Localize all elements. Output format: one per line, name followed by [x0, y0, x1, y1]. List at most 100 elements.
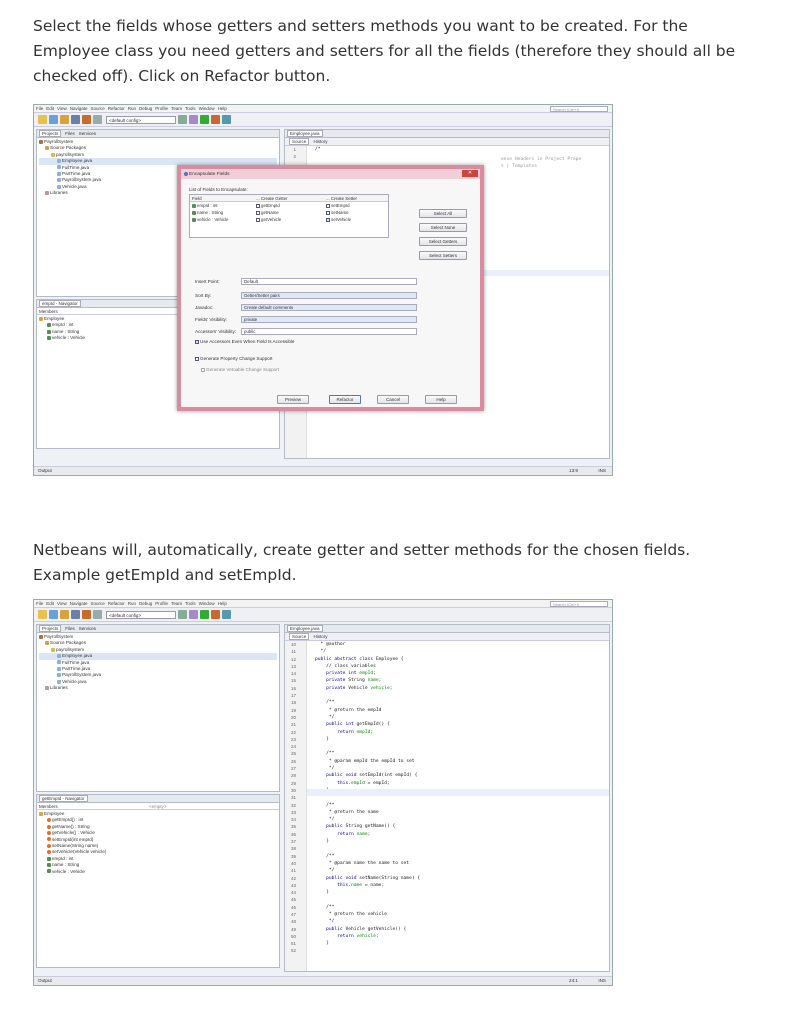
- navigator-title[interactable]: getEmpId - Navigator: [39, 795, 88, 802]
- accessors-visibility-select[interactable]: public: [241, 328, 417, 335]
- javadoc-select[interactable]: Create default comments: [241, 304, 417, 311]
- menu-view[interactable]: View: [57, 106, 67, 111]
- menu-window[interactable]: Window: [199, 106, 215, 111]
- clean-build-icon[interactable]: [189, 115, 198, 124]
- menu-team[interactable]: Team: [171, 601, 182, 606]
- tab-files[interactable]: Files: [65, 131, 75, 136]
- menu-refactor[interactable]: Refactor: [108, 106, 125, 111]
- open-project-icon[interactable]: [60, 115, 69, 124]
- run-icon[interactable]: [200, 610, 209, 619]
- close-icon[interactable]: ✕: [462, 170, 478, 177]
- menu-run[interactable]: Run: [128, 106, 136, 111]
- history-tab[interactable]: History: [314, 634, 328, 639]
- tab-projects[interactable]: Projects: [39, 625, 62, 632]
- preview-button[interactable]: Preview: [277, 395, 309, 404]
- setter-checkbox[interactable]: [326, 210, 330, 215]
- config-select[interactable]: <default config>: [106, 115, 176, 124]
- tab-projects[interactable]: Projects: [39, 130, 62, 137]
- config-select[interactable]: <default config>: [106, 610, 176, 619]
- tab-services[interactable]: Services: [79, 626, 96, 631]
- new-file-icon[interactable]: [49, 115, 58, 124]
- menu-source[interactable]: Source: [90, 601, 104, 606]
- history-tab[interactable]: History: [314, 139, 328, 144]
- menu-tools[interactable]: Tools: [185, 601, 196, 606]
- setter-checkbox[interactable]: [326, 217, 330, 222]
- build-icon[interactable]: [178, 115, 187, 124]
- members-select[interactable]: Members: [39, 804, 58, 809]
- search-input[interactable]: Search (Ctrl+I): [550, 601, 608, 607]
- setter-checkbox[interactable]: [326, 203, 330, 208]
- undo-icon[interactable]: [82, 115, 91, 124]
- new-file-icon[interactable]: [49, 610, 58, 619]
- insert-point-select[interactable]: Default: [241, 278, 417, 285]
- table-row[interactable]: empId : int getEmpId setEmpId: [190, 202, 388, 209]
- tab-services[interactable]: Services: [79, 131, 96, 136]
- table-row[interactable]: vehicle : Vehicle getVehicle setVehicle: [190, 216, 388, 223]
- clean-build-icon[interactable]: [189, 610, 198, 619]
- select-all-button[interactable]: Select All: [419, 209, 467, 218]
- menu-window[interactable]: Window: [199, 601, 215, 606]
- new-project-icon[interactable]: [38, 610, 47, 619]
- getter-checkbox[interactable]: [256, 217, 260, 222]
- code-area[interactable]: * @author */ public abstract class Emplo…: [315, 641, 609, 971]
- menu-navigate[interactable]: Navigate: [70, 601, 88, 606]
- select-none-button[interactable]: Select None: [419, 223, 467, 232]
- project-tree: PayrollSystem Source Packages payrollsys…: [37, 633, 279, 693]
- member-item[interactable]: vehicle : Vehicle: [39, 869, 277, 875]
- menu-navigate[interactable]: Navigate: [70, 106, 88, 111]
- save-all-icon[interactable]: [71, 115, 80, 124]
- menu-debug[interactable]: Debug: [139, 106, 152, 111]
- profile-icon[interactable]: [222, 610, 231, 619]
- sort-select[interactable]: Getter/Setter pairs: [241, 292, 417, 299]
- menu-profile[interactable]: Profile: [155, 601, 168, 606]
- open-project-icon[interactable]: [60, 610, 69, 619]
- fields-visibility-select[interactable]: private: [241, 316, 417, 323]
- debug-icon[interactable]: [211, 610, 220, 619]
- redo-icon[interactable]: [93, 115, 102, 124]
- navigator-title[interactable]: empId - Navigator: [39, 300, 81, 307]
- menu-file[interactable]: File: [36, 601, 43, 606]
- search-input[interactable]: Search (Ctrl+I): [550, 106, 608, 112]
- select-getters-button[interactable]: Select Getters: [419, 237, 467, 246]
- source-tab[interactable]: Source: [289, 633, 310, 640]
- help-button[interactable]: Help: [425, 395, 457, 404]
- menu-file[interactable]: File: [36, 106, 43, 111]
- menu-profile[interactable]: Profile: [155, 106, 168, 111]
- profile-icon[interactable]: [222, 115, 231, 124]
- vetoable-change-checkbox[interactable]: Generate Vetoable Change Support: [201, 367, 279, 372]
- menu-help[interactable]: Help: [218, 106, 227, 111]
- editor-tab[interactable]: Employee.java: [287, 130, 323, 137]
- refactor-button[interactable]: Refactor: [329, 395, 361, 404]
- menu-team[interactable]: Team: [171, 106, 182, 111]
- run-icon[interactable]: [200, 115, 209, 124]
- redo-icon[interactable]: [93, 610, 102, 619]
- menu-help[interactable]: Help: [218, 601, 227, 606]
- filter-select[interactable]: <empty>: [149, 803, 167, 810]
- build-icon[interactable]: [178, 610, 187, 619]
- menu-edit[interactable]: Edit: [46, 106, 54, 111]
- menu-source[interactable]: Source: [90, 106, 104, 111]
- getter-checkbox[interactable]: [256, 203, 260, 208]
- table-row[interactable]: name : String getName setName: [190, 209, 388, 216]
- new-project-icon[interactable]: [38, 115, 47, 124]
- menu-refactor[interactable]: Refactor: [108, 601, 125, 606]
- save-all-icon[interactable]: [71, 610, 80, 619]
- output-label[interactable]: Output: [38, 978, 52, 983]
- property-change-checkbox[interactable]: Generate Property Change Support: [195, 356, 273, 361]
- menu-debug[interactable]: Debug: [139, 601, 152, 606]
- cancel-button[interactable]: Cancel: [377, 395, 409, 404]
- editor-tab[interactable]: Employee.java: [287, 625, 323, 632]
- output-label[interactable]: Output: [38, 468, 52, 473]
- menu-tools[interactable]: Tools: [185, 106, 196, 111]
- tree-node[interactable]: Libraries: [39, 685, 277, 691]
- menu-view[interactable]: View: [57, 601, 67, 606]
- source-tab[interactable]: Source: [289, 138, 310, 145]
- tab-files[interactable]: Files: [65, 626, 75, 631]
- menu-edit[interactable]: Edit: [46, 601, 54, 606]
- use-accessors-checkbox[interactable]: Use Accessors Even When Field Is Accessi…: [195, 339, 294, 344]
- select-setters-button[interactable]: Select Setters: [419, 251, 467, 260]
- undo-icon[interactable]: [82, 610, 91, 619]
- getter-checkbox[interactable]: [256, 210, 260, 215]
- menu-run[interactable]: Run: [128, 601, 136, 606]
- debug-icon[interactable]: [211, 115, 220, 124]
